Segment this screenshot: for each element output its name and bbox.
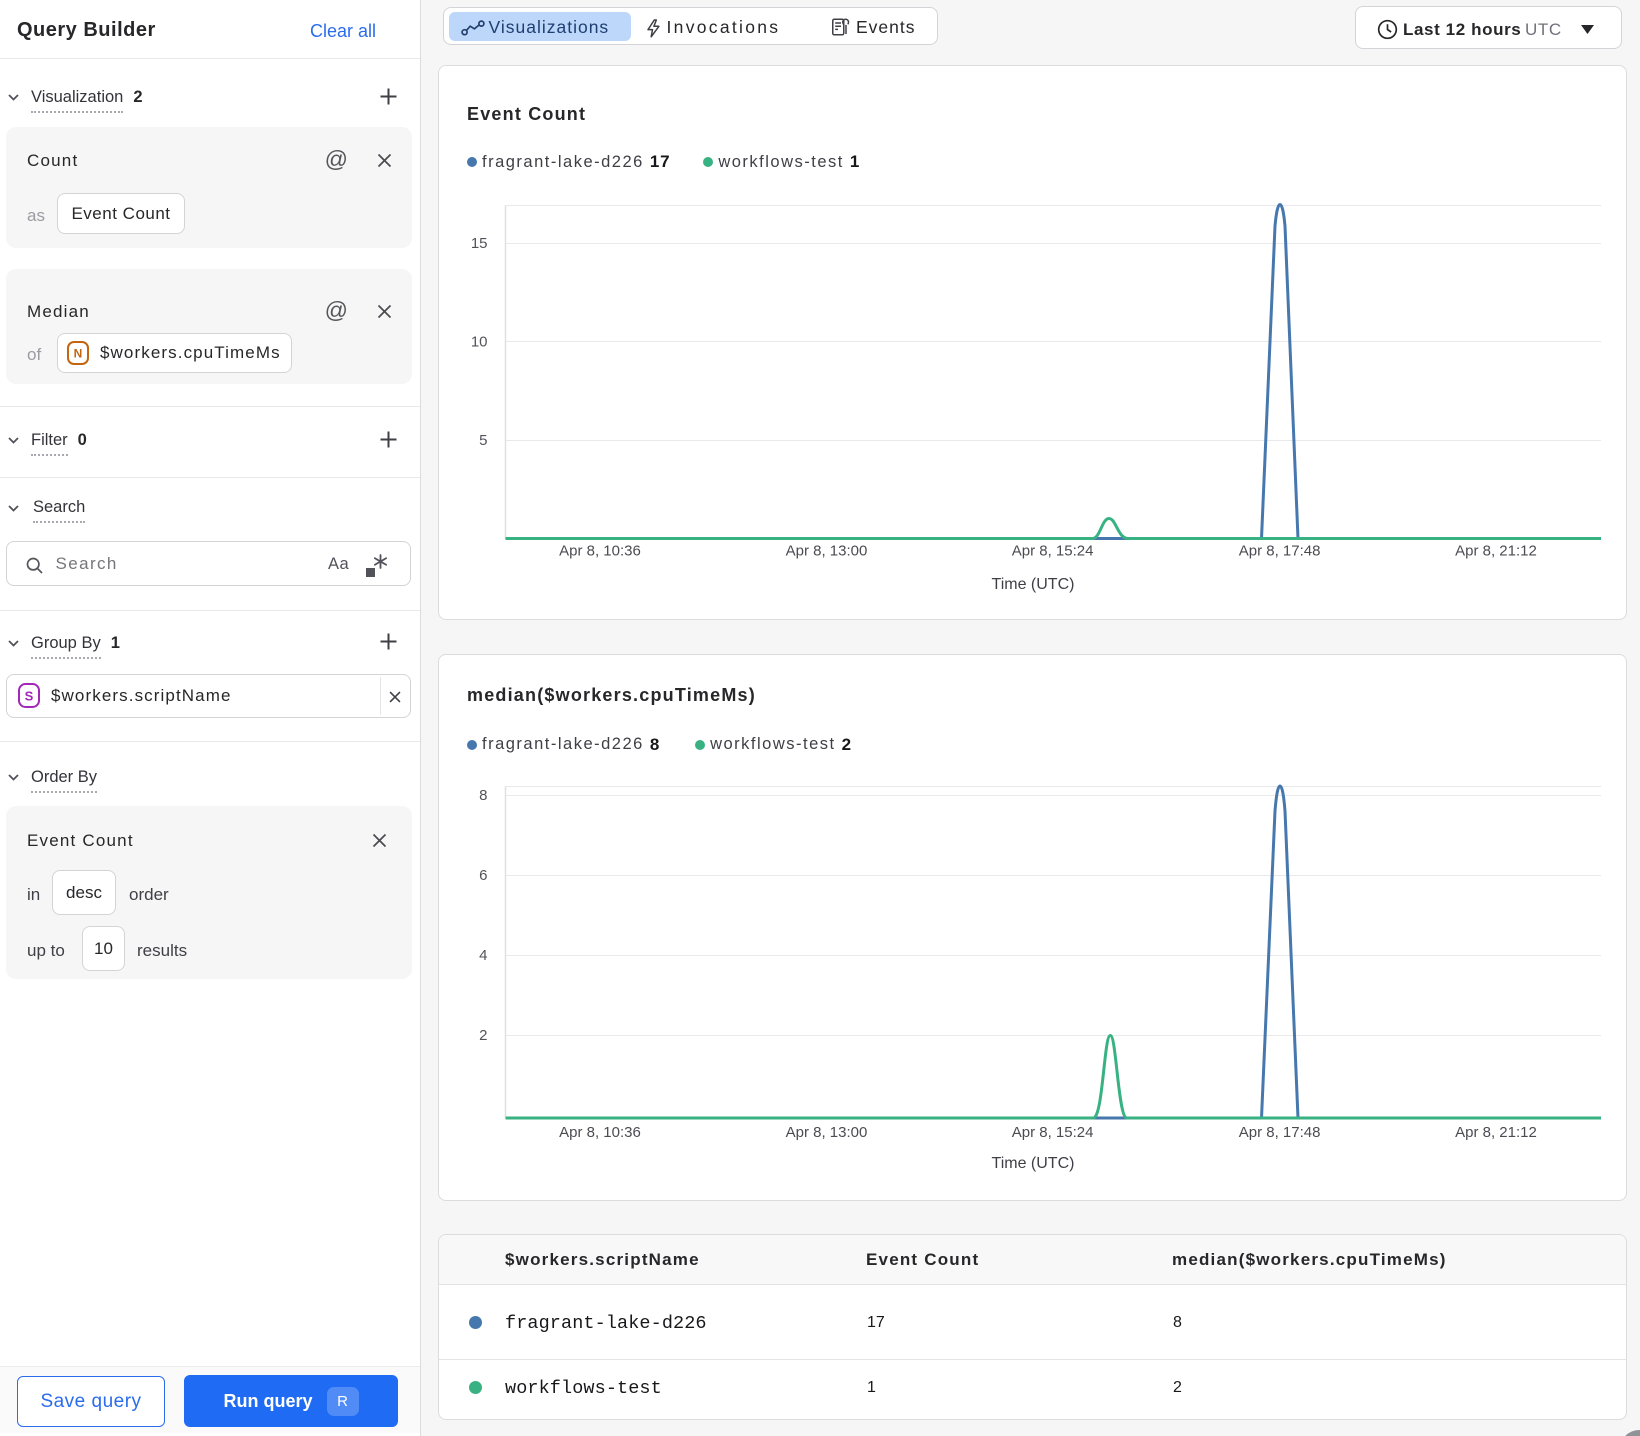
svg-text:8: 8 [479,787,487,804]
svg-text:6: 6 [479,867,487,884]
svg-text:Apr 8, 13:00: Apr 8, 13:00 [786,543,868,560]
svg-text:4: 4 [479,947,487,964]
svg-text:Apr 8, 17:48: Apr 8, 17:48 [1239,1124,1321,1141]
svg-text:Apr 8, 15:24: Apr 8, 15:24 [1012,1124,1094,1141]
svg-text:Apr 8, 10:36: Apr 8, 10:36 [559,543,641,560]
svg-text:2: 2 [479,1027,487,1044]
svg-text:Time (UTC): Time (UTC) [992,1155,1075,1172]
svg-text:Apr 8, 15:24: Apr 8, 15:24 [1012,543,1094,560]
svg-text:Apr 8, 17:48: Apr 8, 17:48 [1239,543,1321,560]
svg-text:Apr 8, 13:00: Apr 8, 13:00 [786,1124,868,1141]
svg-text:Apr 8, 10:36: Apr 8, 10:36 [559,1124,641,1141]
svg-text:Apr 8, 21:12: Apr 8, 21:12 [1455,543,1537,560]
svg-text:10: 10 [471,334,488,351]
svg-text:Time (UTC): Time (UTC) [992,576,1075,593]
svg-text:5: 5 [479,432,487,449]
svg-text:N: N [74,347,83,361]
svg-text:15: 15 [471,235,488,252]
svg-text:Apr 8, 21:12: Apr 8, 21:12 [1455,1124,1537,1141]
svg-text:S: S [24,689,33,704]
